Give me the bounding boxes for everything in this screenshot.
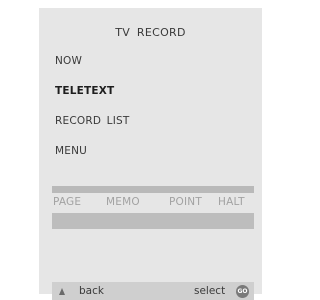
menu-item-teletext[interactable]: TELETEXT	[55, 85, 114, 97]
halt-key[interactable]: HALT	[218, 196, 245, 208]
page-key[interactable]: PAGE	[53, 196, 81, 208]
page-title: TV RECORD	[115, 26, 186, 39]
memo-key[interactable]: MEMO	[106, 196, 140, 208]
menu-item-menu[interactable]: MENU	[55, 145, 87, 157]
footer-bar: back select GO	[52, 282, 254, 300]
select-label: select	[194, 285, 226, 297]
tv-record-menu-panel: TV RECORD NOW TELETEXT RECORD LIST MENU …	[39, 8, 262, 300]
menu-item-now[interactable]: NOW	[55, 55, 82, 67]
teletext-top-bar	[52, 186, 254, 193]
go-button-icon[interactable]: GO	[236, 285, 249, 298]
point-key[interactable]: POINT	[169, 196, 202, 208]
up-arrow-icon[interactable]	[59, 288, 65, 295]
menu-item-record-list[interactable]: RECORD LIST	[55, 115, 129, 127]
teletext-bottom-bar	[52, 213, 254, 229]
back-label[interactable]: back	[79, 285, 104, 297]
